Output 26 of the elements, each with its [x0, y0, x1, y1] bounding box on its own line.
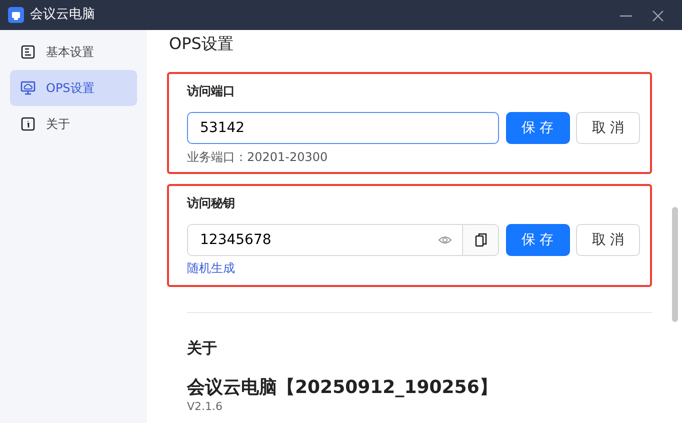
field-label: 访问端口 — [187, 83, 236, 100]
generate-link[interactable]: 随机生成 — [187, 259, 235, 277]
document-icon — [20, 44, 36, 60]
sidebar-item[interactable]: 关于 — [10, 106, 137, 142]
sidebar-item[interactable]: 基本设置 — [10, 34, 137, 70]
copy-icon — [474, 233, 486, 247]
cancel-button[interactable]: 取 消 — [576, 224, 640, 256]
app-logo-icon — [8, 7, 24, 23]
close-icon — [652, 10, 664, 22]
copy-button[interactable] — [462, 225, 498, 255]
window-title: 会议云电脑 — [30, 6, 95, 24]
sidebar-item[interactable]: OPS设置 — [10, 70, 137, 106]
section-heading: OPS设置 — [169, 33, 234, 55]
monitor-icon — [20, 80, 36, 96]
scrollbar-thumb[interactable] — [672, 207, 678, 322]
password-field[interactable]: 12345678 — [187, 224, 499, 256]
app-name: 会议云电脑【20250912_190256】 — [187, 377, 498, 399]
save-button[interactable]: 保 存 — [506, 112, 570, 144]
section-heading: 关于 — [187, 338, 218, 358]
version-text: V2.1.6 — [187, 398, 224, 415]
info-icon — [20, 116, 36, 132]
hint-text: 业务端口：20201-20300 — [187, 149, 329, 166]
input-field[interactable]: 53142 — [187, 112, 499, 144]
save-button[interactable]: 保 存 — [506, 224, 570, 256]
cancel-button[interactable]: 取 消 — [576, 112, 640, 144]
field-label: 访问秘钥 — [187, 195, 236, 212]
